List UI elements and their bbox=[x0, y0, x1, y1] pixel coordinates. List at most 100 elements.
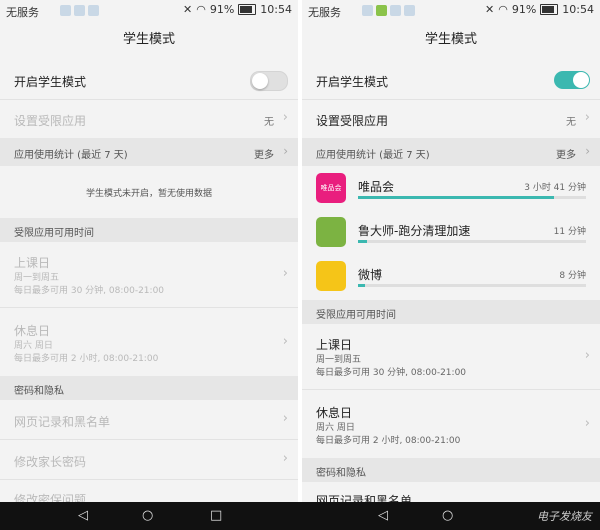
app-usage-time: 8 分钟 bbox=[559, 271, 586, 281]
battery-percent: 91% bbox=[209, 3, 235, 16]
chevron-right-icon: › bbox=[584, 416, 590, 431]
app-usage-time: 11 分钟 bbox=[553, 227, 586, 237]
restricted-apps-value: 无 bbox=[264, 117, 274, 128]
school-day-days: 周一到周五 bbox=[316, 355, 362, 365]
app-usage-item[interactable]: 微博 8 分钟 bbox=[302, 254, 600, 300]
clock: 10:54 bbox=[260, 3, 292, 16]
student-mode-label: 开启学生模式 bbox=[316, 75, 389, 89]
home-button[interactable]: ○ bbox=[442, 508, 453, 523]
notification-icon bbox=[88, 5, 99, 16]
student-mode-toggle-row[interactable]: 开启学生模式 bbox=[0, 62, 298, 100]
usage-stats-title: 应用使用统计 (最近 7 天) bbox=[316, 150, 430, 161]
school-day-title: 上课日 bbox=[316, 338, 353, 352]
privacy-section: 密码和隐私 bbox=[0, 376, 298, 400]
wifi-icon: ◠ bbox=[196, 3, 206, 16]
no-data-message: 学生模式未开启，暂无使用数据 bbox=[85, 189, 212, 199]
rest-day-days: 周六 周日 bbox=[14, 341, 53, 351]
switch-knob bbox=[252, 73, 268, 89]
status-bar: 无服务 ✕ ◠ 91% 10:54 bbox=[0, 0, 298, 22]
rest-day-days: 周六 周日 bbox=[316, 423, 355, 433]
more-link[interactable]: 更多 bbox=[254, 146, 274, 161]
home-button[interactable]: ○ bbox=[142, 508, 153, 523]
usage-stats-title: 应用使用统计 (最近 7 天) bbox=[14, 150, 128, 161]
navigation-bar: ◁ ○ □ ◁ ○ 电子发烧友 bbox=[0, 502, 600, 530]
notification-icon bbox=[390, 5, 401, 16]
restricted-apps-row[interactable]: 设置受限应用 无 › bbox=[0, 100, 298, 138]
chevron-right-icon: › bbox=[282, 451, 288, 466]
school-day-row[interactable]: 上课日 周一到周五 每日最多可用 30 分钟, 08:00-21:00 › bbox=[0, 242, 298, 308]
notification-icons bbox=[60, 5, 102, 18]
weibo-icon bbox=[316, 261, 346, 291]
page-title: 学生模式 bbox=[122, 32, 175, 47]
usage-stats-header[interactable]: 应用使用统计 (最近 7 天) 更多 › bbox=[0, 138, 298, 166]
rest-day-row[interactable]: 休息日 周六 周日 每日最多可用 2 小时, 08:00-21:00 › bbox=[302, 390, 600, 458]
school-day-limit: 每日最多可用 30 分钟, 08:00-21:00 bbox=[14, 286, 165, 296]
rest-day-title: 休息日 bbox=[316, 406, 353, 420]
available-time-section: 受限应用可用时间 bbox=[302, 300, 600, 324]
student-mode-label: 开启学生模式 bbox=[14, 75, 87, 89]
battery-icon bbox=[238, 4, 257, 15]
rest-day-row[interactable]: 休息日 周六 周日 每日最多可用 2 小时, 08:00-21:00 › bbox=[0, 308, 298, 376]
more-link[interactable]: 更多 bbox=[556, 146, 576, 161]
chevron-right-icon: › bbox=[585, 144, 590, 158]
watermark: 电子发烧友 bbox=[537, 510, 592, 523]
notification-icons bbox=[362, 5, 418, 18]
chevron-right-icon: › bbox=[283, 144, 288, 158]
security-question-label: 修改密保问题 bbox=[14, 493, 87, 502]
status-icons: ✕ ◠ 91% 10:54 bbox=[485, 3, 594, 16]
usage-bar-fill bbox=[358, 284, 365, 287]
school-day-row[interactable]: 上课日 周一到周五 每日最多可用 30 分钟, 08:00-21:00 › bbox=[302, 324, 600, 390]
ludashi-icon bbox=[316, 217, 346, 247]
section-title: 密码和隐私 bbox=[316, 468, 366, 479]
chevron-right-icon: › bbox=[584, 110, 590, 125]
rest-day-title: 休息日 bbox=[14, 324, 51, 338]
notification-icon bbox=[362, 5, 373, 16]
change-password-row[interactable]: 修改家长密码 › bbox=[0, 440, 298, 480]
web-history-row[interactable]: 网页记录和黑名单 › bbox=[0, 400, 298, 440]
rest-day-limit: 每日最多可用 2 小时, 08:00-21:00 bbox=[316, 436, 461, 446]
available-time-section: 受限应用可用时间 bbox=[0, 218, 298, 242]
usage-bar-fill bbox=[358, 196, 555, 199]
change-password-label: 修改家长密码 bbox=[14, 455, 87, 469]
notification-icon bbox=[404, 5, 415, 16]
wifi-icon: ◠ bbox=[498, 3, 508, 16]
rest-day-limit: 每日最多可用 2 小时, 08:00-21:00 bbox=[14, 354, 159, 364]
section-title: 受限应用可用时间 bbox=[316, 310, 396, 321]
usage-bar bbox=[358, 284, 586, 287]
app-name: 微博 bbox=[358, 268, 383, 282]
student-mode-switch[interactable] bbox=[554, 71, 590, 89]
app-usage-item[interactable]: 鲁大师-跑分清理加速 11 分钟 bbox=[302, 210, 600, 254]
usage-stats-header[interactable]: 应用使用统计 (最近 7 天) 更多 › bbox=[302, 138, 600, 166]
recent-apps-button[interactable]: □ bbox=[210, 508, 222, 523]
notification-icon bbox=[74, 5, 85, 16]
carrier-label: 无服务 bbox=[308, 6, 341, 19]
right-screen: 无服务 ✕ ◠ 91% 10:54 学生模式 开启学生模式 设置受限应用 无 ›… bbox=[302, 0, 600, 502]
left-screen: 无服务 ✕ ◠ 91% 10:54 学生模式 开启学生模式 设置受限应用 无 ›… bbox=[0, 0, 298, 502]
chevron-right-icon: › bbox=[584, 348, 590, 363]
notification-icon bbox=[60, 5, 71, 16]
section-title: 密码和隐私 bbox=[14, 386, 64, 397]
privacy-section: 密码和隐私 bbox=[302, 458, 600, 482]
web-history-row[interactable]: 网页记录和黑名单 bbox=[302, 482, 600, 502]
restricted-apps-row[interactable]: 设置受限应用 无 › bbox=[302, 100, 600, 138]
security-question-row[interactable]: 修改密保问题 bbox=[0, 480, 298, 502]
app-usage-item[interactable]: 唯品会 唯品会 3 小时 41 分钟 bbox=[302, 166, 600, 210]
web-history-label: 网页记录和黑名单 bbox=[316, 494, 413, 502]
app-name: 唯品会 bbox=[358, 180, 395, 194]
school-day-limit: 每日最多可用 30 分钟, 08:00-21:00 bbox=[316, 368, 467, 378]
status-icons: ✕ ◠ 91% 10:54 bbox=[183, 3, 292, 16]
back-button[interactable]: ◁ bbox=[378, 508, 388, 523]
restricted-apps-value: 无 bbox=[566, 117, 576, 128]
page-title: 学生模式 bbox=[424, 32, 477, 47]
student-mode-toggle-row[interactable]: 开启学生模式 bbox=[302, 62, 600, 100]
student-mode-switch[interactable] bbox=[250, 71, 288, 91]
carrier-label: 无服务 bbox=[6, 6, 39, 19]
chevron-right-icon: › bbox=[282, 266, 288, 281]
app-name: 鲁大师-跑分清理加速 bbox=[358, 224, 471, 238]
chevron-right-icon: › bbox=[282, 334, 288, 349]
back-button[interactable]: ◁ bbox=[78, 508, 88, 523]
mute-icon: ✕ bbox=[485, 3, 495, 16]
chevron-right-icon: › bbox=[282, 110, 288, 125]
web-history-label: 网页记录和黑名单 bbox=[14, 415, 111, 429]
restricted-apps-label: 设置受限应用 bbox=[316, 114, 389, 128]
